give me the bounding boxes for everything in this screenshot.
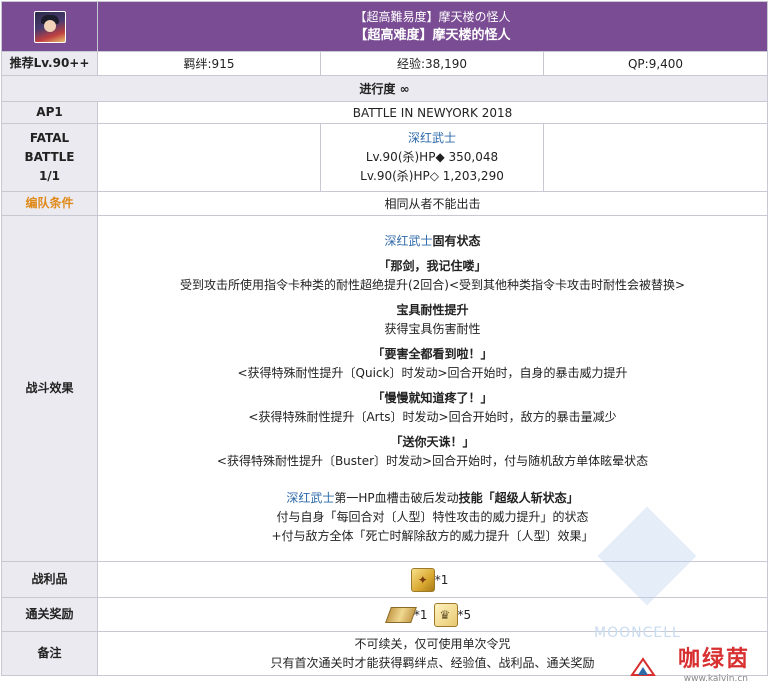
effects-enemy-link[interactable]: 深红武士 — [385, 234, 433, 248]
watermark-faint-text: MOONCELL — [594, 625, 681, 641]
formation-condition-value: 相同从者不能出击 — [96, 191, 768, 216]
quest-title-cell: 【超高難易度】摩天楼の怪人 【超高难度】摩天楼的怪人 — [96, 1, 768, 52]
final-effect-line: 深红武士第一HP血槽击破后发动技能「超级人斩状态」 — [98, 489, 767, 508]
enemy-hp-2: Lv.90(杀)HP◇ 1,203,290 — [360, 169, 504, 183]
notes-label: 备注 — [1, 631, 98, 676]
battle-label: FATAL BATTLE 1/1 — [1, 123, 98, 192]
final-effect-desc: 付与自身「每回合对〔人型〕特性攻击的威力提升」的状态 — [276, 509, 589, 524]
watermark-url: www.kalvin.cn — [683, 674, 748, 684]
watermark-logo-icon — [630, 657, 656, 676]
notes-line-2: 只有首次通关时才能获得羁绊点、经验值、战利品、通关奖励 — [270, 655, 595, 670]
exp-points: 经验:38,190 — [320, 51, 544, 76]
formation-condition-label[interactable]: 编队条件 — [1, 191, 98, 216]
qp-reward: QP:9,400 — [542, 51, 768, 76]
ticket-item-icon[interactable] — [384, 606, 417, 623]
quest-title-jp: 【超高難易度】摩天楼の怪人 — [354, 9, 511, 24]
enemy-slot-empty — [97, 123, 321, 192]
battle-label-line: FATAL — [29, 131, 70, 145]
battle-label-line: BATTLE — [24, 150, 75, 164]
effect-title: 「送你天诛！」 — [390, 434, 475, 449]
drops-label: 战利品 — [1, 561, 98, 598]
effect-title: 「要害全都看到啦！」 — [372, 346, 493, 361]
bond-points: 羁绊:915 — [97, 51, 321, 76]
enemy-avatar[interactable] — [33, 10, 66, 43]
final-effect-mid: 第一HP血槽击破后发动 — [334, 490, 459, 505]
effects-heading-suffix: 固有状态 — [432, 233, 481, 248]
battle-label-line: 1/1 — [38, 169, 61, 183]
material-item-icon[interactable]: ✦ — [410, 567, 435, 592]
enemy-slot: 深红武士 Lv.90(杀)HP◆ 350,048 Lv.90(杀)HP◇ 1,2… — [320, 123, 544, 192]
drop-count: *1 — [434, 572, 449, 587]
effect-title: 宝具耐性提升 — [396, 302, 469, 317]
clear-reward-label: 通关奖励 — [1, 597, 98, 632]
quest-avatar-cell — [1, 1, 98, 52]
progress-label: 进行度 ∞ — [0, 75, 768, 102]
enemy-name-link[interactable]: 深红武士 — [321, 129, 543, 148]
recommend-level: 推荐Lv.90++ — [1, 51, 98, 76]
enemy-hp-1: Lv.90(杀)HP◆ 350,048 — [365, 150, 499, 164]
enemy-slot-empty — [542, 123, 768, 192]
effect-desc: 受到攻击所使用指令卡种类的耐性超绝提升(2回合)<受到其他种类指令卡攻击时耐性会… — [179, 277, 686, 292]
effect-desc: <获得特殊耐性提升〔Arts〕时发动>回合开始时，敌方的暴击量减少 — [248, 409, 617, 424]
battle-name: BATTLE IN NEWYORK 2018 — [96, 101, 768, 124]
effect-title: 「慢慢就知道疼了！」 — [372, 390, 493, 405]
final-enemy-link[interactable]: 深红武士 — [286, 491, 334, 505]
reward-count-2: *5 — [457, 607, 472, 622]
effect-title: 「那剑，我记住喽」 — [378, 258, 487, 273]
watermark-site-name: 咖绿茵 — [677, 647, 750, 672]
effect-desc: <获得特殊耐性提升〔Buster〕时发动>回合开始时，付与随机敌方单体眩晕状态 — [216, 453, 649, 468]
grail-item-icon[interactable]: ♛ — [433, 602, 458, 627]
quest-title-cn: 【超高难度】摩天楼的怪人 — [354, 27, 511, 43]
effect-desc: 获得宝具伤害耐性 — [384, 321, 481, 336]
ap-label: AP1 — [1, 101, 98, 124]
final-skill-word: 技能 — [458, 490, 483, 505]
battle-effects-content: 深红武士固有状态 「那剑，我记住喽」 受到攻击所使用指令卡种类的耐性超绝提升(2… — [96, 215, 768, 562]
battle-effects-label: 战斗效果 — [1, 215, 98, 562]
effect-desc: <获得特殊耐性提升〔Quick〕时发动>回合开始时，自身的暴击威力提升 — [237, 365, 628, 380]
effects-heading: 深红武士固有状态 — [98, 232, 767, 251]
final-skill-name: 「超级人斩状态」 — [482, 490, 579, 505]
